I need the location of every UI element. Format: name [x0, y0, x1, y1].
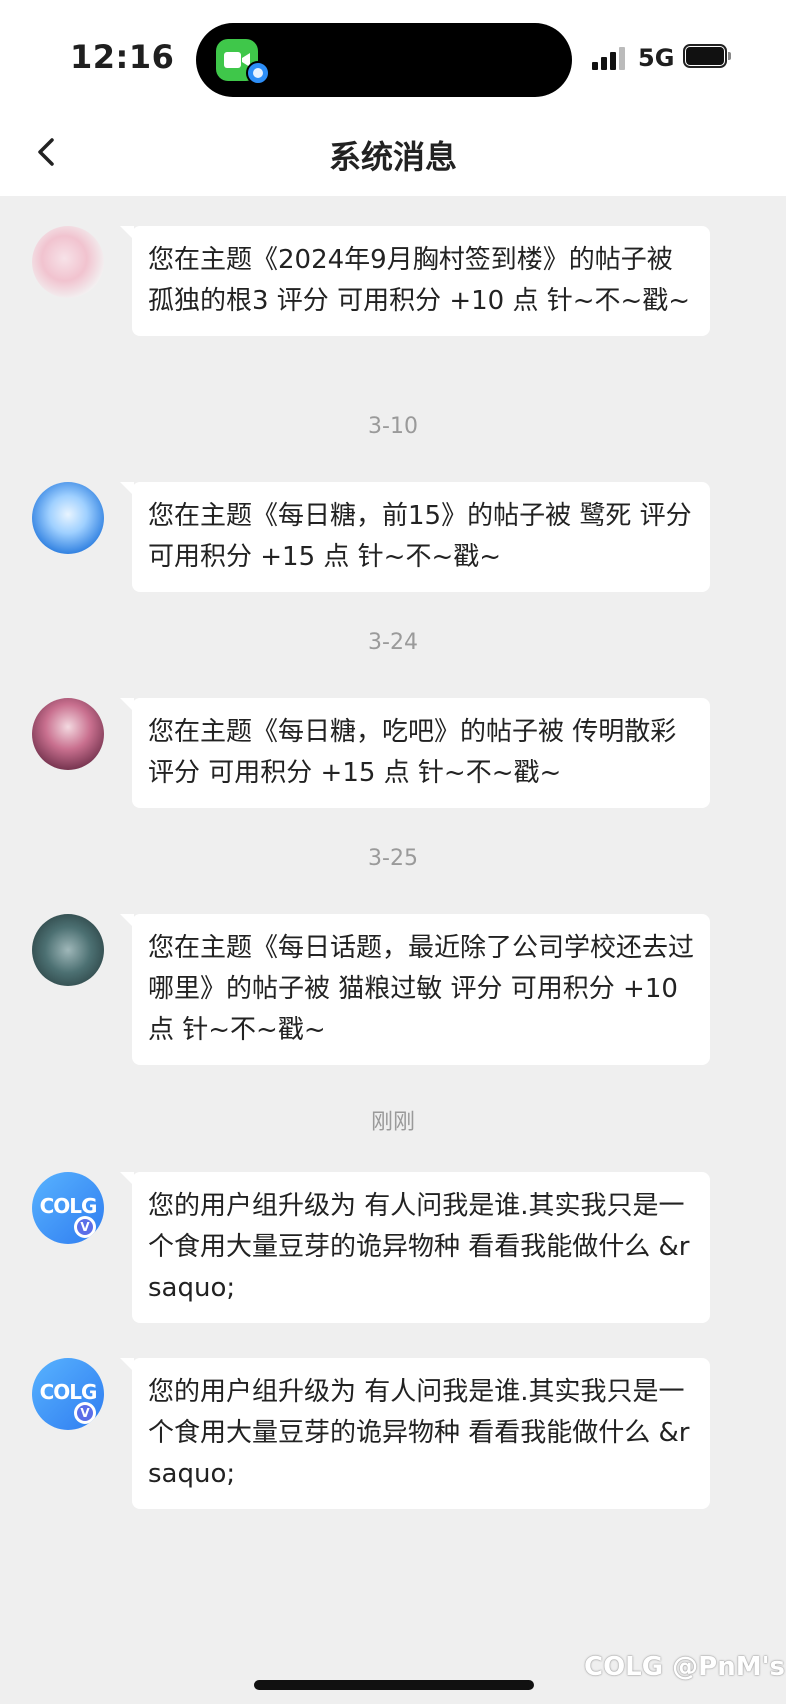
- time-divider: 刚刚: [370, 1110, 415, 1135]
- colg-logo-avatar[interactable]: COLG V: [32, 1358, 104, 1430]
- message-bubble: 您在主题《2024年9月胸村签到楼》的帖子被 孤独的根3 评分 可用积分 +10…: [120, 226, 710, 336]
- colg-logo-avatar[interactable]: COLG V: [32, 1172, 104, 1244]
- network-type: 5G: [638, 44, 675, 72]
- message-bubble: 您在主题《每日糖，吃吧》的帖子被 传明散彩 评分 可用积分 +15 点 针~不~…: [120, 698, 710, 808]
- dynamic-island: [196, 23, 572, 97]
- colg-logo: COLG: [39, 1194, 98, 1218]
- message-bubble: 您在主题《每日糖，前15》的帖子被 鹭死 评分 可用积分 +15 点 针~不~戳…: [120, 482, 710, 592]
- chat-badge-icon: [246, 61, 270, 85]
- page-title: 系统消息: [328, 138, 457, 176]
- nav-bar: 系统消息: [0, 110, 786, 196]
- cellular-signal-icon: [592, 46, 628, 70]
- pink-hair-girl-avatar[interactable]: [32, 698, 104, 770]
- owl-avatar[interactable]: [32, 914, 104, 986]
- sky-clouds-avatar[interactable]: [32, 482, 104, 554]
- watermark: COLG @PnM's: [584, 1652, 786, 1682]
- home-indicator[interactable]: [254, 1680, 534, 1690]
- time-divider: 3-25: [368, 846, 418, 871]
- battery-icon: [683, 44, 731, 70]
- status-bar: 12:16 5G: [0, 0, 786, 110]
- verified-badge-icon: V: [74, 1402, 96, 1424]
- verified-badge-icon: V: [74, 1216, 96, 1238]
- time-divider: 3-24: [368, 630, 418, 655]
- message-bubble: 您的用户组升级为 有人问我是谁.其实我只是一个食用大量豆芽的诡异物种 看看我能做…: [120, 1172, 710, 1323]
- anime-girls-avatar[interactable]: [32, 226, 104, 298]
- message-bubble: 您的用户组升级为 有人问我是谁.其实我只是一个食用大量豆芽的诡异物种 看看我能做…: [120, 1358, 710, 1509]
- status-time: 12:16: [70, 38, 175, 76]
- message-bubble: 您在主题《每日话题，最近除了公司学校还去过哪里》的帖子被 猫粮过敏 评分 可用积…: [120, 914, 710, 1065]
- time-divider: 3-10: [368, 414, 418, 439]
- colg-logo: COLG: [39, 1380, 98, 1404]
